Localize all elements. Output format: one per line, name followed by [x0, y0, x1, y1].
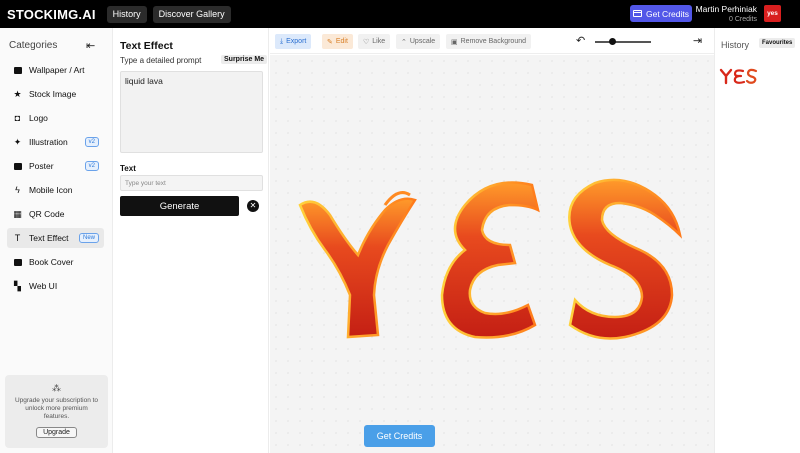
- sidebar-item-qr-code[interactable]: ▦ QR Code: [7, 204, 104, 224]
- grid-icon: ▚: [14, 280, 21, 291]
- like-label: Like: [372, 38, 386, 45]
- categories-sidebar: Categories ⇤ Wallpaper / Art ★ Stock Ima…: [0, 28, 113, 453]
- letter-y: [298, 191, 417, 339]
- sidebar-item-label: Web UI: [29, 281, 58, 291]
- prompt-label: Type a detailed prompt: [120, 56, 202, 65]
- collapse-sidebar-icon[interactable]: ⇤: [86, 39, 95, 52]
- upgrade-text: Upgrade your subscription to unlock more…: [14, 397, 99, 420]
- sidebar-item-book-cover[interactable]: Book Cover: [7, 252, 104, 272]
- dots-icon: ⁂: [52, 383, 61, 393]
- canvas-get-credits-button[interactable]: Get Credits: [364, 425, 435, 447]
- sidebar-item-label: QR Code: [29, 209, 65, 219]
- credit-card-icon: [633, 10, 642, 17]
- sparkles-icon: ✦: [13, 136, 22, 147]
- upgrade-card: ⁂ Upgrade your subscription to unlock mo…: [5, 375, 108, 448]
- sidebar-item-label: Poster: [29, 161, 54, 171]
- lightning-icon: ϟ: [15, 185, 20, 195]
- sidebar-item-logo[interactable]: ◘ Logo: [7, 108, 104, 128]
- category-list: Wallpaper / Art ★ Stock Image ◘ Logo ✦ I…: [7, 60, 104, 300]
- zoom-slider[interactable]: [595, 41, 651, 43]
- sidebar-item-label: Text Effect: [29, 233, 69, 243]
- surprise-me-button[interactable]: Surprise Me: [221, 55, 268, 64]
- nav-history-button[interactable]: History: [106, 5, 147, 23]
- image-canvas: [270, 55, 714, 453]
- new-badge: New: [78, 233, 99, 243]
- sidebar-item-poster[interactable]: Poster v2: [7, 156, 104, 176]
- text-effect-panel: Text Effect Type a detailed prompt Surpr…: [113, 28, 269, 453]
- version-badge: v2: [84, 137, 99, 147]
- remove-background-label: Remove Background: [460, 38, 526, 45]
- letter-e: [440, 181, 540, 339]
- upscale-icon: ⌃: [401, 38, 407, 46]
- user-credits: 0 Credits: [728, 16, 757, 23]
- categories-title: Categories: [9, 40, 58, 51]
- sidebar-item-illustration[interactable]: ✦ Illustration v2: [7, 132, 104, 152]
- like-button[interactable]: ♡ Like: [358, 34, 391, 49]
- nav-discover-gallery-button[interactable]: Discover Gallery: [152, 5, 231, 23]
- poster-icon: [13, 162, 22, 171]
- generated-image: [298, 178, 683, 340]
- app-logo[interactable]: STOCKIMG.AI: [7, 7, 96, 22]
- edit-label: Edit: [335, 38, 348, 45]
- sidebar-item-mobile-icon[interactable]: ϟ Mobile Icon: [7, 180, 104, 200]
- image-toolbar: ⤓ Export ✎ Edit ♡ Like ⌃ Upscale ▣ Remov…: [270, 28, 714, 54]
- zoom-slider-thumb[interactable]: [609, 38, 616, 45]
- export-button[interactable]: ⤓ Export: [275, 34, 312, 49]
- get-credits-label: Get Credits: [646, 8, 689, 19]
- letter-s: [568, 178, 683, 340]
- sidebar-item-label: Stock Image: [29, 89, 77, 99]
- sidebar-item-label: Illustration: [29, 137, 68, 147]
- generate-button[interactable]: Generate: [120, 196, 239, 216]
- top-bar: STOCKIMG.AI History Discover Gallery Get…: [0, 0, 800, 28]
- version-badge: v2: [84, 161, 99, 171]
- sidebar-item-web-ui[interactable]: ▚ Web UI: [7, 276, 104, 296]
- image-icon: [13, 66, 22, 75]
- sidebar-item-text-effect[interactable]: T Text Effect New: [7, 228, 104, 248]
- user-name: Martin Perhiniak: [695, 4, 757, 14]
- pencil-icon: ✎: [327, 38, 333, 46]
- close-icon[interactable]: ✕: [247, 200, 259, 212]
- sidebar-item-stock-image[interactable]: ★ Stock Image: [7, 84, 104, 104]
- edit-button[interactable]: ✎ Edit: [322, 34, 353, 49]
- remove-bg-icon: ▣: [451, 38, 458, 46]
- heart-icon: ♡: [363, 38, 370, 46]
- get-credits-button[interactable]: Get Credits: [630, 5, 692, 22]
- logo-icon: ◘: [14, 113, 21, 123]
- sidebar-item-wallpaper-art[interactable]: Wallpaper / Art: [7, 60, 104, 80]
- upgrade-button[interactable]: Upgrade: [36, 427, 77, 438]
- qr-icon: ▦: [13, 208, 22, 219]
- prompt-textarea[interactable]: [120, 71, 263, 153]
- user-info[interactable]: Martin Perhiniak 0 Credits: [696, 4, 757, 23]
- text-label: Text: [120, 164, 136, 173]
- upscale-label: Upscale: [409, 38, 436, 45]
- sidebar-item-label: Book Cover: [29, 257, 74, 267]
- text-input[interactable]: [120, 175, 263, 191]
- export-label: Export: [286, 38, 307, 45]
- sidebar-item-label: Mobile Icon: [29, 185, 73, 195]
- remove-background-button[interactable]: ▣ Remove Background: [446, 34, 531, 49]
- expand-panel-icon[interactable]: ⇥: [693, 34, 702, 47]
- favourites-button[interactable]: Favourites: [759, 38, 796, 48]
- upscale-button[interactable]: ⌃ Upscale: [396, 34, 441, 49]
- undo-icon[interactable]: ↶: [576, 34, 585, 47]
- panel-title: Text Effect: [120, 40, 173, 52]
- history-thumbnail[interactable]: [719, 64, 759, 88]
- sidebar-item-label: Wallpaper / Art: [29, 65, 85, 75]
- star-icon: ★: [13, 88, 22, 99]
- history-panel: History Favourites: [714, 28, 800, 453]
- avatar[interactable]: yes: [764, 5, 781, 22]
- text-icon: T: [14, 233, 21, 243]
- history-title: History: [721, 40, 750, 50]
- download-icon: ⤓: [280, 37, 284, 45]
- book-icon: [13, 258, 22, 267]
- sidebar-item-label: Logo: [29, 113, 48, 123]
